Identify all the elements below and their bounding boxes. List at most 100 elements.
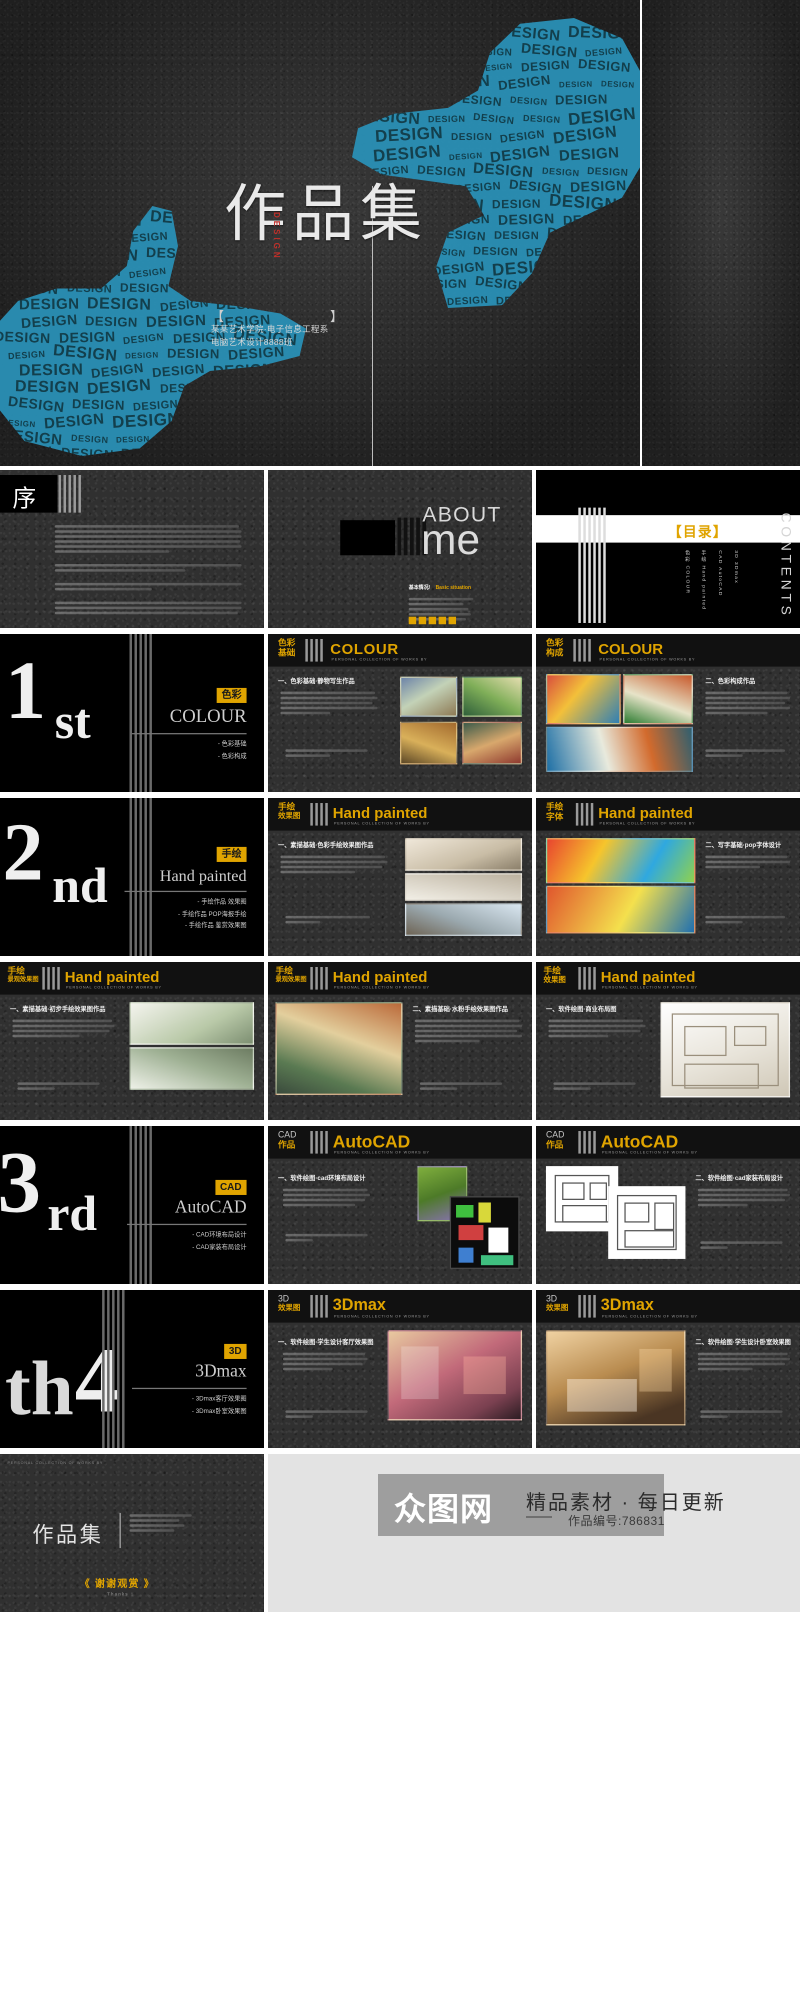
slide-body [698, 1189, 790, 1209]
ending-thanks-en: Thanks ! [107, 1592, 134, 1597]
artwork-thumb[interactable] [275, 1002, 402, 1095]
social-icon-weibo[interactable] [419, 617, 426, 625]
contents-item-2[interactable]: 手绘 Hand painted [699, 550, 707, 610]
slide-autocad-2[interactable]: CAD 作品 AutoCAD PERSONAL COLLECTION OF WO… [536, 1126, 800, 1284]
artwork-thumb[interactable] [661, 1002, 791, 1097]
slide-cover-right-panel[interactable] [642, 0, 800, 466]
chapter-3-bullet-1: - CAD环境布局设计 [127, 1230, 247, 1242]
slide-heading: 一、软件绘图·学生设计客厅效果图 [278, 1338, 373, 1347]
slide-chapter-1-divider[interactable]: 1 st 色彩 COLOUR - 色彩基础 - 色彩构成 [0, 634, 264, 792]
header-tag-cn2: 基础 [278, 649, 295, 659]
chapter-1-number: 1 [5, 654, 46, 728]
artwork-thumb[interactable] [130, 1002, 255, 1045]
thanks-bracket-right: 》 [144, 1578, 155, 1589]
slide-handpainted-2[interactable]: 手绘 字体 Hand painted PERSONAL COLLECTION O… [536, 798, 800, 956]
slide-ending[interactable]: PERSONAL COLLECTION OF WORKS BY 作品集 《 谢谢… [0, 1454, 264, 1612]
header-tag-cn2: 作品 [278, 1141, 296, 1151]
header-title: Hand painted [65, 968, 160, 986]
slide-handpainted-5[interactable]: 手绘 效果图 Hand painted PERSONAL COLLECTION … [536, 962, 800, 1120]
contents-item-1[interactable]: 色彩 COLOUR [683, 550, 691, 594]
artwork-thumb[interactable] [405, 873, 522, 901]
slide-body [705, 692, 790, 717]
chapter-4-suffix: th [5, 1355, 74, 1425]
chapter-3-bullet-2: - CAD家装布局设计 [127, 1242, 247, 1254]
artwork-thumb[interactable] [405, 838, 522, 871]
ending-divider [120, 1513, 121, 1548]
artwork-thumb[interactable] [462, 722, 522, 765]
header-tag: 手绘 景观效果图 [275, 967, 306, 984]
chapter-3-number: 3 [0, 1144, 41, 1223]
slide-chapter-4-divider[interactable]: th 4 3D 3Dmax - 3Dmax客厅效果图 - 3Dmax卧室效果图 [0, 1290, 264, 1448]
artwork-thumb[interactable] [400, 722, 457, 765]
header-tag-cn2: 效果图 [278, 813, 300, 822]
ending-thanks-row: 《 谢谢观赏 》 [80, 1577, 155, 1591]
artwork-thumb[interactable] [546, 1330, 685, 1425]
artwork-thumb[interactable] [546, 886, 695, 934]
header-tag-cn1: 3D [278, 1295, 300, 1305]
social-icon-twitter[interactable] [439, 617, 446, 625]
slide-3dmax-1[interactable]: 3D 效果图 3Dmax PERSONAL COLLECTION OF WORK… [268, 1290, 532, 1448]
artwork-thumb[interactable] [623, 674, 693, 724]
artwork-thumb[interactable] [546, 674, 621, 724]
ppt-preview-page: DESIGN DESIGN DESIGN DESIGN DESIGN DESIG… [0, 0, 800, 2001]
slide-cover[interactable]: DESIGN DESIGN DESIGN DESIGN DESIGN DESIG… [0, 0, 640, 466]
slide-about-me[interactable]: ABOUT me 基本情况/ Basic situation 实习经历/ The… [268, 470, 532, 628]
slide-3dmax-2[interactable]: 3D 效果图 3Dmax PERSONAL COLLECTION OF WORK… [536, 1290, 800, 1448]
chapter-1-tag: 色彩 [217, 688, 247, 703]
about-social-icons[interactable] [409, 617, 456, 625]
contents-bottom-band [536, 543, 800, 628]
header-subtitle: PERSONAL COLLECTION OF WORKS BY [334, 821, 430, 826]
artwork-thumb[interactable] [546, 838, 695, 883]
header-title: Hand painted [601, 968, 696, 986]
slide-chapter-2-divider[interactable]: 2 nd 手绘 Hand painted - 手绘作品 效果图 - 手绘作品 P… [0, 798, 264, 956]
slide-contents[interactable]: 【目录】 色彩 COLOUR 手绘 Hand painted CAD AutoC… [536, 470, 800, 628]
header-stripes [305, 639, 322, 662]
header-stripes [576, 803, 593, 826]
header-tag-cn1: CAD [546, 1131, 564, 1141]
header-subtitle: PERSONAL COLLECTION OF WORKS BY [600, 657, 696, 662]
slide-handpainted-3[interactable]: 手绘 景观效果图 Hand painted PERSONAL COLLECTIO… [0, 962, 264, 1120]
slide-autocad-1[interactable]: CAD 作品 AutoCAD PERSONAL COLLECTION OF WO… [268, 1126, 532, 1284]
slide-footnote [700, 1410, 787, 1420]
artwork-thumb[interactable] [546, 727, 693, 772]
contents-title: 【目录】 [668, 521, 728, 541]
header-subtitle: PERSONAL COLLECTION OF WORKS BY [602, 1314, 698, 1319]
slide-chapter-3-divider[interactable]: 3 rd CAD AutoCAD - CAD环境布局设计 - CAD家装布局设计 [0, 1126, 264, 1284]
chapter-2-headings: 手绘 Hand painted - 手绘作品 效果图 - 手绘作品 POP海报手… [125, 841, 247, 933]
chapter-3-suffix: rd [47, 1191, 97, 1236]
slide-body [283, 1353, 368, 1373]
social-icon-qq[interactable] [409, 617, 416, 625]
slide-heading: 一、素描基础·色彩手绘效果图作品 [278, 841, 373, 850]
artwork-thumb-cad[interactable] [450, 1196, 520, 1269]
artwork-thumb[interactable] [388, 1330, 522, 1420]
contents-item-4[interactable]: 3D 3Dmax [732, 550, 740, 584]
slide-colour-1[interactable]: 色彩 基础 COLOUR PERSONAL COLLECTION OF WORK… [268, 634, 532, 792]
header-tag-cn2: 构成 [546, 649, 563, 659]
slide-body [12, 1020, 114, 1040]
contents-top-band [536, 470, 800, 515]
artwork-thumb[interactable] [462, 677, 522, 717]
cover-meta-line-2: 电脑艺术设计8888班 [211, 336, 329, 349]
artwork-thumb[interactable] [130, 1047, 255, 1090]
artwork-thumb-plan[interactable] [608, 1186, 685, 1259]
social-icon-facebook[interactable] [429, 617, 436, 625]
contents-item-3[interactable]: CAD AutoCAD [715, 550, 723, 596]
chapter-3-tag: CAD [215, 1180, 247, 1195]
artwork-thumb[interactable] [405, 903, 522, 936]
slide-heading: 一、软件绘图·商业布局图 [546, 1005, 617, 1014]
header-stripes [42, 967, 59, 990]
slide-heading: 二、色彩构成作品 [705, 677, 755, 686]
chapter-2-suffix: nd [52, 863, 107, 908]
header-stripes [310, 967, 327, 990]
artwork-thumb[interactable] [400, 677, 457, 717]
slide-handpainted-4[interactable]: 手绘 景观效果图 Hand painted PERSONAL COLLECTIO… [268, 962, 532, 1120]
slide-colour-2[interactable]: 色彩 构成 COLOUR PERSONAL COLLECTION OF WORK… [536, 634, 800, 792]
watermark-panel: 众图网 精品素材 · 每日更新 作品编号:786831 [268, 1454, 800, 1612]
slide-preface[interactable]: 序 [0, 470, 264, 628]
chapter-4-headings: 3D 3Dmax - 3Dmax客厅效果图 - 3Dmax卧室效果图 [132, 1338, 247, 1418]
slide-handpainted-1[interactable]: 手绘 效果图 Hand painted PERSONAL COLLECTION … [268, 798, 532, 956]
chapter-1-en: COLOUR [132, 707, 247, 728]
chapter-2-bullet-2: - 手绘作品 POP海报手绘 [125, 909, 247, 921]
header-tag-cn2: 效果图 [278, 1305, 300, 1314]
social-icon-linkedin[interactable] [449, 617, 456, 625]
